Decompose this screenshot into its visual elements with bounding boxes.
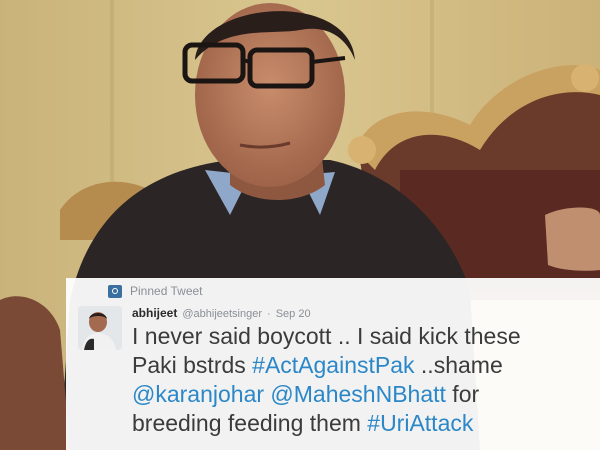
tweet-text-line: I never said boycott .. I said kick thes… xyxy=(132,322,594,351)
avatar[interactable] xyxy=(78,306,122,350)
tweet-text-segment: I never said boycott .. I said kick thes… xyxy=(132,323,521,349)
pin-icon xyxy=(108,284,122,298)
tweet-text-segment: ..shame xyxy=(414,352,503,378)
mention-link[interactable]: @MaheshNBhatt xyxy=(270,381,446,407)
tweet-text-segment: Paki bstrds xyxy=(132,352,253,378)
tweet-text-line: @karanjohar @MaheshNBhatt for xyxy=(132,380,594,409)
hashtag-link[interactable]: #UriAttack xyxy=(367,410,473,436)
hashtag-link[interactable]: #ActAgainstPak xyxy=(252,352,414,378)
pinned-tweet-header: Pinned Tweet xyxy=(108,283,203,299)
pinned-tweet-card[interactable]: Pinned Tweet abhijeet @abhijeetsinger · … xyxy=(66,278,600,450)
mention-link[interactable]: @karanjohar xyxy=(132,381,264,407)
tweet-text-segment: breeding feeding them xyxy=(132,410,368,436)
author-handle[interactable]: @abhijeetsinger xyxy=(182,308,262,320)
pinned-label: Pinned Tweet xyxy=(130,284,203,298)
tweet-text: I never said boycott .. I said kick thes… xyxy=(132,322,594,438)
author-display-name[interactable]: abhijeet xyxy=(132,306,177,320)
tweet-text-line: Paki bstrds #ActAgainstPak ..shame xyxy=(132,351,594,380)
separator-dot: · xyxy=(267,308,271,320)
tweet-text-segment: for xyxy=(445,381,480,407)
tweet-date[interactable]: Sep 20 xyxy=(276,308,311,320)
tweet-text-line: breeding feeding them #UriAttack xyxy=(132,409,594,438)
avatar-image xyxy=(78,306,122,350)
tweet-author-row: abhijeet @abhijeetsinger · Sep 20 xyxy=(132,306,311,320)
